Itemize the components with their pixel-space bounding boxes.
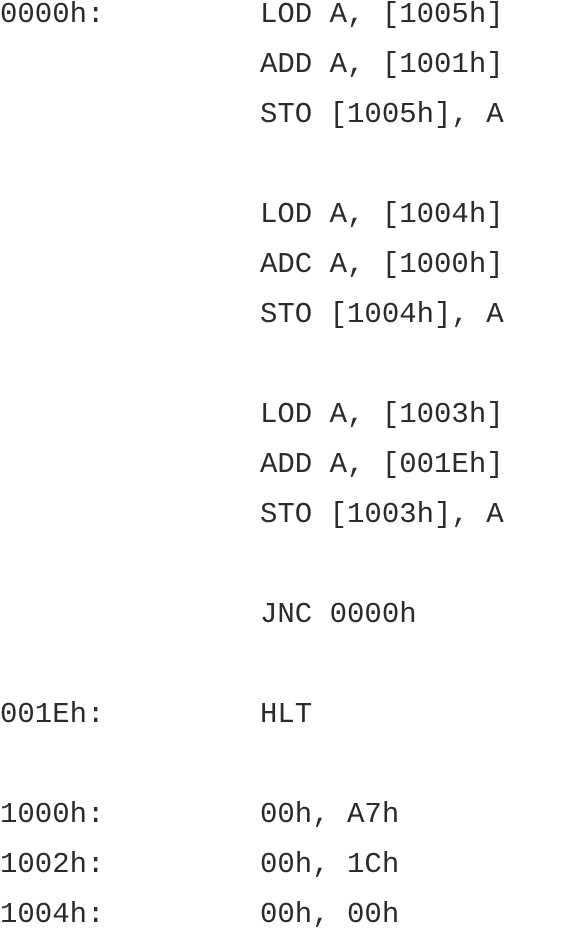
address-label bbox=[0, 200, 260, 250]
instruction: ADC A, [1000h] bbox=[260, 248, 504, 281]
address-label: 001Eh: bbox=[0, 698, 105, 731]
code-line: LOD A, [1003h] bbox=[0, 400, 568, 450]
data-line-1002: 1002h: 00h, 1Ch bbox=[0, 850, 568, 900]
address-label bbox=[0, 400, 260, 450]
address-label: 0000h: bbox=[0, 0, 105, 31]
instruction: JNC 0000h bbox=[260, 598, 417, 631]
address-label bbox=[0, 500, 260, 600]
data-line-1000: 1000h: 00h, A7h bbox=[0, 800, 568, 850]
address-label bbox=[0, 100, 260, 200]
address-label bbox=[0, 50, 260, 100]
assembly-listing: 0000h: LOD A, [1005h] ADD A, [1001h] STO… bbox=[0, 0, 568, 950]
instruction: STO [1003h], A bbox=[260, 498, 504, 531]
instruction: STO [1004h], A bbox=[260, 298, 504, 331]
code-line-0000: 0000h: LOD A, [1005h] bbox=[0, 0, 568, 50]
code-line: ADD A, [001Eh] bbox=[0, 450, 568, 500]
instruction: ADD A, [1001h] bbox=[260, 48, 504, 81]
instruction: ADD A, [001Eh] bbox=[260, 448, 504, 481]
data-bytes: 00h, A7h bbox=[260, 798, 400, 831]
address-label bbox=[0, 600, 260, 700]
address-label: 1004h: bbox=[0, 898, 105, 931]
data-line-1004: 1004h: 00h, 00h bbox=[0, 900, 568, 950]
code-line: LOD A, [1004h] bbox=[0, 200, 568, 250]
instruction: LOD A, [1003h] bbox=[260, 398, 504, 431]
code-line: STO [1004h], A bbox=[0, 300, 568, 400]
instruction: STO [1005h], A bbox=[260, 98, 504, 131]
code-line-001e: 001Eh: HLT bbox=[0, 700, 568, 800]
address-label bbox=[0, 300, 260, 400]
address-label: 1000h: bbox=[0, 798, 105, 831]
code-line: ADD A, [1001h] bbox=[0, 50, 568, 100]
code-line: STO [1005h], A bbox=[0, 100, 568, 200]
code-line: STO [1003h], A bbox=[0, 500, 568, 600]
address-label: 1002h: bbox=[0, 848, 105, 881]
instruction: LOD A, [1004h] bbox=[260, 198, 504, 231]
instruction: HLT bbox=[260, 698, 313, 731]
address-label bbox=[0, 250, 260, 300]
code-line: ADC A, [1000h] bbox=[0, 250, 568, 300]
address-label bbox=[0, 450, 260, 500]
instruction: LOD A, [1005h] bbox=[260, 0, 504, 31]
data-bytes: 00h, 00h bbox=[260, 898, 400, 931]
code-line: JNC 0000h bbox=[0, 600, 568, 700]
data-bytes: 00h, 1Ch bbox=[260, 848, 400, 881]
